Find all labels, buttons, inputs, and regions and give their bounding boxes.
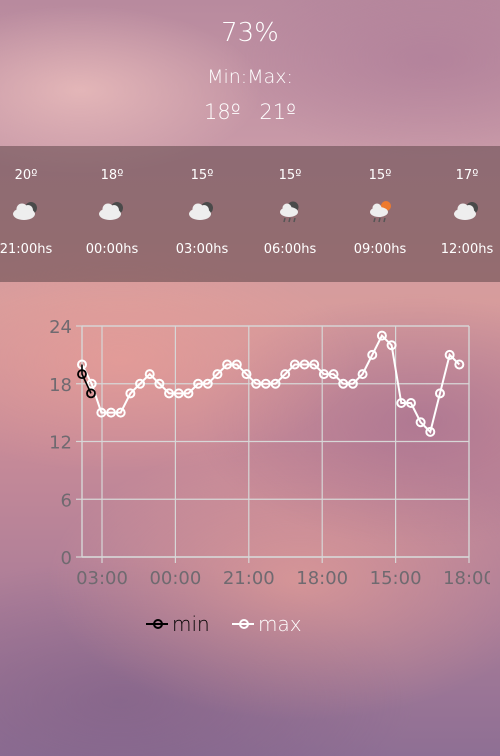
cloudy-icon bbox=[452, 198, 482, 224]
forecast-temp: 15º bbox=[368, 168, 392, 183]
cloudy-icon bbox=[11, 198, 41, 224]
y-tick-label: 0 bbox=[61, 548, 72, 569]
forecast-temp: 20º bbox=[14, 168, 38, 183]
legend-label-max: max bbox=[258, 612, 302, 636]
forecast-time: 06:00hs bbox=[263, 242, 317, 257]
forecast-temp: 18º bbox=[100, 168, 124, 183]
max-temp: 21º bbox=[259, 100, 296, 124]
forecast-item: 15º 03:00hs bbox=[162, 146, 242, 282]
sun-rain-cloud-icon bbox=[365, 198, 395, 224]
x-tick-label: 03:00 bbox=[76, 568, 128, 589]
min-temp: 18º bbox=[204, 100, 241, 124]
min-max-values: 18º 21º bbox=[0, 100, 500, 124]
temperature-chart: 0 6 12 18 24 03:00 00:00 21:00 18:00 15:00 18:00 bbox=[49, 317, 490, 589]
forecast-time: 12:00hs bbox=[440, 242, 494, 257]
chart-legend: min max bbox=[0, 610, 500, 638]
legend-label-min: min bbox=[172, 612, 210, 636]
min-max-label: Min:Max: bbox=[207, 66, 293, 88]
hourly-forecast: 20º 21:00hs 18º 00:00hs 15º 03:00hs 15º … bbox=[0, 146, 500, 282]
legend-item-min: min bbox=[146, 610, 210, 638]
legend-swatch-max bbox=[232, 619, 254, 629]
forecast-time: 21:00hs bbox=[0, 242, 53, 257]
y-tick-label: 12 bbox=[49, 433, 72, 454]
forecast-item: 18º 00:00hs bbox=[72, 146, 152, 282]
current-conditions: 73% Min:Max: 18º 21º bbox=[0, 0, 500, 140]
forecast-item: 20º 21:00hs bbox=[0, 146, 66, 282]
forecast-item: 15º 09:00hs bbox=[340, 146, 420, 282]
forecast-temp: 17º bbox=[455, 168, 479, 183]
forecast-item: 15º 06:00hs bbox=[250, 146, 330, 282]
forecast-temp: 15º bbox=[190, 168, 214, 183]
forecast-time: 09:00hs bbox=[353, 242, 407, 257]
y-tick-label: 24 bbox=[49, 317, 72, 338]
cloudy-icon bbox=[97, 198, 127, 224]
x-tick-label: 00:00 bbox=[149, 568, 201, 589]
x-tick-label: 18:00 bbox=[443, 568, 490, 589]
forecast-time: 03:00hs bbox=[175, 242, 229, 257]
x-tick-label: 18:00 bbox=[296, 568, 348, 589]
humidity-value: 73% bbox=[221, 18, 279, 48]
forecast-time: 00:00hs bbox=[85, 242, 139, 257]
forecast-item: 17º 12:00hs bbox=[427, 146, 500, 282]
y-tick-label: 6 bbox=[61, 490, 72, 511]
forecast-temp: 15º bbox=[278, 168, 302, 183]
legend-swatch-min bbox=[146, 619, 168, 629]
legend-item-max: max bbox=[232, 610, 302, 638]
x-tick-label: 21:00 bbox=[223, 568, 275, 589]
x-tick-label: 15:00 bbox=[370, 568, 422, 589]
rain-cloud-icon bbox=[275, 198, 305, 224]
cloudy-icon bbox=[187, 198, 217, 224]
y-tick-label: 18 bbox=[49, 375, 72, 396]
